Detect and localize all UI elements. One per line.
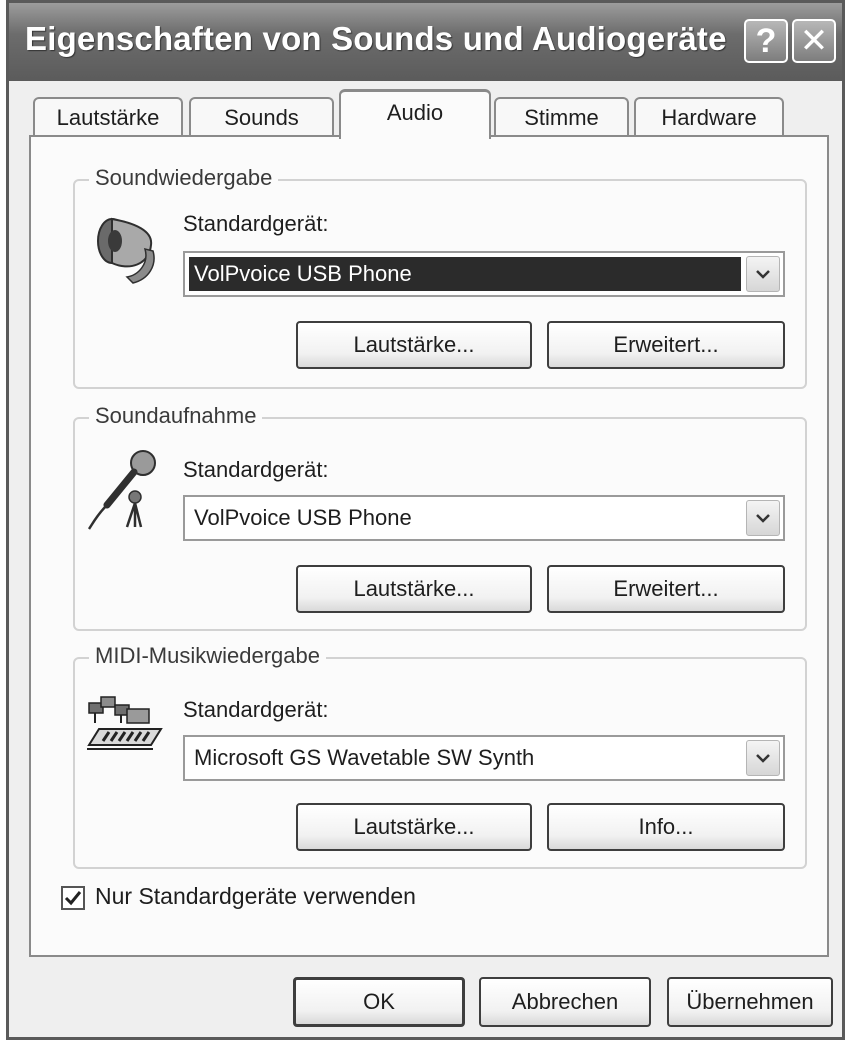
cancel-button[interactable]: Abbrechen bbox=[479, 977, 651, 1027]
playback-device-value: VolPvoice USB Phone bbox=[189, 257, 741, 291]
playback-group-label: Soundwiedergabe bbox=[89, 165, 279, 191]
playback-group: Soundwiedergabe Standardgerät: VolPvoice… bbox=[73, 165, 807, 389]
chevron-down-icon[interactable] bbox=[746, 740, 780, 776]
recording-volume-button[interactable]: Lautstärke... bbox=[296, 565, 532, 613]
midi-keyboard-icon bbox=[87, 696, 163, 750]
recording-device-value: VolPvoice USB Phone bbox=[194, 505, 412, 530]
ok-button[interactable]: OK bbox=[293, 977, 465, 1027]
recording-advanced-button[interactable]: Erweitert... bbox=[547, 565, 785, 613]
tab-bar: Lautstärke Sounds Audio Stimme Hardware bbox=[29, 89, 829, 139]
midi-group-label: MIDI-Musikwiedergabe bbox=[89, 643, 326, 669]
tab-audio[interactable]: Audio bbox=[339, 89, 491, 139]
chevron-down-icon[interactable] bbox=[746, 500, 780, 536]
microphone-icon bbox=[87, 450, 156, 530]
midi-device-label: Standardgerät: bbox=[183, 697, 329, 722]
recording-group: Soundaufnahme Standardgerät: VolPvoice U… bbox=[73, 403, 807, 631]
window-title: Eigenschaften von Sounds und Audiogeräte bbox=[25, 20, 727, 57]
playback-device-select[interactable]: VolPvoice USB Phone bbox=[183, 251, 785, 297]
help-button[interactable]: ? bbox=[744, 19, 788, 63]
midi-device-value: Microsoft GS Wavetable SW Synth bbox=[194, 745, 535, 770]
playback-device-label: Standardgerät: bbox=[183, 211, 329, 236]
midi-group: MIDI-Musikwiedergabe Standardgerät: Micr… bbox=[73, 643, 807, 869]
playback-advanced-button[interactable]: Erweitert... bbox=[547, 321, 785, 369]
tab-stimme[interactable]: Stimme bbox=[494, 97, 629, 137]
close-button[interactable]: ✕ bbox=[792, 19, 836, 63]
recording-device-select[interactable]: VolPvoice USB Phone bbox=[183, 495, 785, 541]
tab-lautstaerke[interactable]: Lautstärke bbox=[33, 97, 183, 137]
chevron-down-icon[interactable] bbox=[746, 256, 780, 292]
midi-volume-button[interactable]: Lautstärke... bbox=[296, 803, 532, 851]
apply-button[interactable]: Übernehmen bbox=[667, 977, 833, 1027]
checkmark-icon bbox=[64, 891, 82, 906]
recording-group-label: Soundaufnahme bbox=[89, 403, 263, 429]
properties-dialog: Eigenschaften von Sounds und Audiogeräte… bbox=[6, 0, 845, 1040]
recording-device-label: Standardgerät: bbox=[183, 457, 329, 482]
midi-info-button[interactable]: Info... bbox=[547, 803, 785, 851]
tab-sounds[interactable]: Sounds bbox=[189, 97, 334, 137]
midi-device-select[interactable]: Microsoft GS Wavetable SW Synth bbox=[183, 735, 785, 781]
speaker-icon bbox=[97, 217, 155, 284]
title-bar[interactable]: Eigenschaften von Sounds und Audiogeräte… bbox=[9, 3, 842, 81]
only-default-devices-checkbox[interactable] bbox=[61, 886, 85, 910]
audio-tab-panel: Soundwiedergabe Standardgerät: VolPvoice… bbox=[29, 135, 829, 957]
only-default-devices-label[interactable]: Nur Standardgeräte verwenden bbox=[95, 883, 416, 910]
tab-hardware[interactable]: Hardware bbox=[634, 97, 784, 137]
playback-volume-button[interactable]: Lautstärke... bbox=[296, 321, 532, 369]
